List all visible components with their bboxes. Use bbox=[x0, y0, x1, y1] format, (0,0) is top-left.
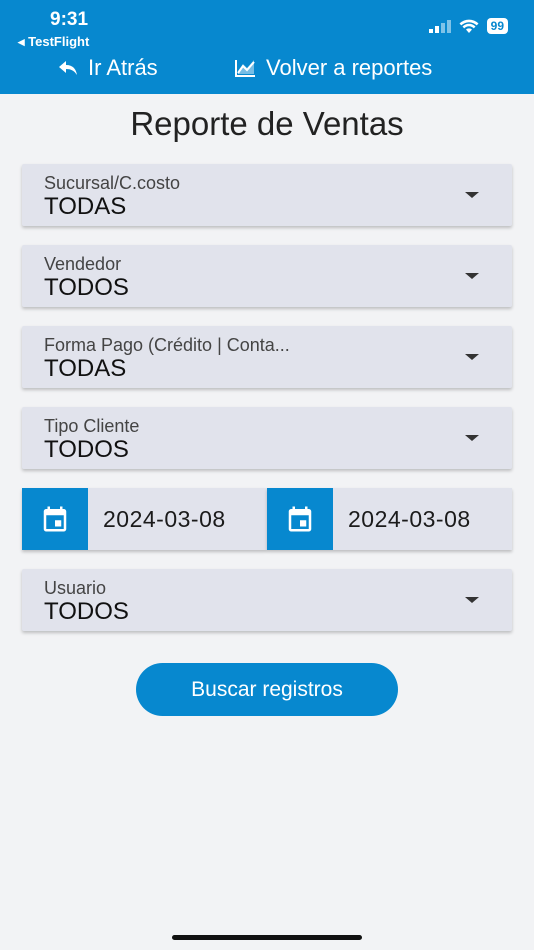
chevron-down-icon bbox=[465, 192, 479, 198]
calendar-icon bbox=[288, 506, 312, 532]
battery-indicator: 99 bbox=[486, 18, 508, 34]
date-from-picker-button[interactable] bbox=[22, 488, 88, 550]
sucursal-dropdown[interactable]: Sucursal/C.costo TODAS bbox=[22, 164, 512, 226]
chevron-down-icon bbox=[465, 597, 479, 603]
chevron-down-icon bbox=[465, 273, 479, 279]
status-time: 9:31 bbox=[50, 9, 89, 30]
back-to-reports-label: Volver a reportes bbox=[266, 55, 433, 80]
date-from-field[interactable]: 2024-03-08 bbox=[22, 488, 267, 550]
wifi-icon bbox=[459, 19, 479, 33]
calendar-icon bbox=[43, 506, 67, 532]
chevron-down-icon bbox=[465, 354, 479, 360]
vendedor-label: Vendedor bbox=[44, 254, 122, 274]
page-title: Reporte de Ventas bbox=[130, 105, 404, 142]
forma-pago-dropdown[interactable]: Forma Pago (Crédito | Conta... TODAS bbox=[22, 326, 512, 388]
vendedor-value: TODOS bbox=[44, 274, 129, 301]
home-indicator[interactable] bbox=[172, 935, 362, 940]
date-range: 2024-03-08 2024-03-08 bbox=[22, 488, 512, 550]
date-to-value: 2024-03-08 bbox=[348, 506, 471, 532]
back-to-reports-button[interactable]: Volver a reportes bbox=[234, 54, 432, 82]
sucursal-label: Sucursal/C.costo bbox=[44, 173, 181, 193]
search-records-button[interactable]: Buscar registros bbox=[136, 663, 398, 716]
reply-arrow-icon bbox=[59, 61, 77, 75]
date-from-value: 2024-03-08 bbox=[103, 506, 226, 532]
tipo-cliente-value: TODOS bbox=[44, 436, 129, 463]
chart-icon bbox=[235, 60, 255, 77]
forma-pago-label: Forma Pago (Crédito | Conta... bbox=[44, 335, 290, 355]
chevron-down-icon bbox=[465, 435, 479, 441]
status-icons: 99 bbox=[428, 18, 508, 34]
back-button[interactable]: Ir Atrás bbox=[58, 54, 158, 82]
tipo-cliente-label: Tipo Cliente bbox=[44, 416, 140, 436]
sucursal-value: TODAS bbox=[44, 193, 127, 220]
testflight-back-link[interactable]: ◂ TestFlight bbox=[18, 34, 89, 50]
forma-pago-value: TODAS bbox=[44, 355, 127, 382]
date-to-picker-button[interactable] bbox=[267, 488, 333, 550]
signal-icon bbox=[428, 20, 451, 33]
app-header: 9:31 ◂ TestFlight 99 Ir Atrás Volver a r… bbox=[0, 0, 534, 94]
date-to-field[interactable]: 2024-03-08 bbox=[267, 488, 512, 550]
usuario-label: Usuario bbox=[44, 578, 107, 598]
back-button-label: Ir Atrás bbox=[88, 55, 158, 80]
usuario-value: TODOS bbox=[44, 598, 129, 625]
usuario-dropdown[interactable]: Usuario TODOS bbox=[22, 569, 512, 631]
tipo-cliente-dropdown[interactable]: Tipo Cliente TODOS bbox=[22, 407, 512, 469]
vendedor-dropdown[interactable]: Vendedor TODOS bbox=[22, 245, 512, 307]
